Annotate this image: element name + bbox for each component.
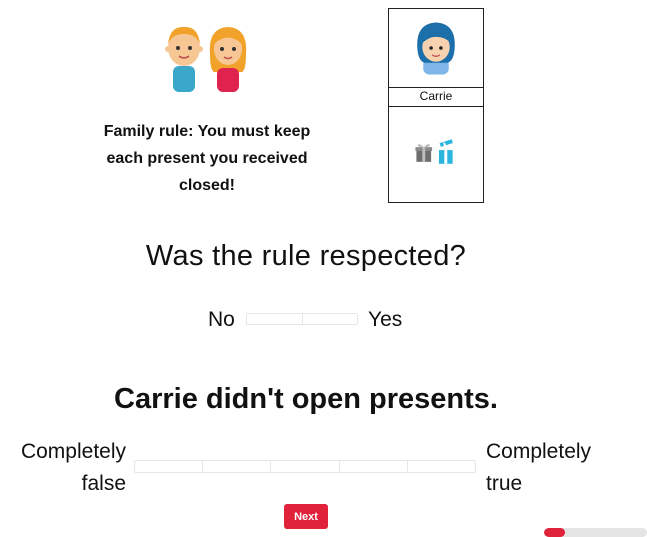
rule-line-2: each present you received: [106, 150, 308, 167]
progress-bar-fill: [544, 528, 565, 537]
scale-segment[interactable]: [135, 461, 204, 472]
gift-closed-icon: [415, 144, 433, 162]
slider-segment[interactable]: [247, 314, 303, 324]
scale-segment[interactable]: [271, 461, 340, 472]
scale-left-label: Completely false: [0, 436, 126, 500]
scale-right-label: Completely true: [486, 436, 626, 500]
rule-respected-slider[interactable]: [246, 313, 358, 325]
next-button[interactable]: Next: [284, 504, 328, 529]
scale-segment[interactable]: [408, 461, 475, 472]
truth-scale-slider[interactable]: [134, 460, 476, 473]
slider-left-label: No: [208, 308, 235, 331]
character-name: Carrie: [389, 87, 483, 107]
scale-segment[interactable]: [340, 461, 408, 472]
scale-left-label-line-1: Completely: [20, 440, 126, 463]
scale-left-label-line-2: false: [81, 472, 126, 495]
scale-right-label-line-2: true: [486, 472, 523, 495]
slider-right-label: Yes: [368, 308, 403, 331]
carrie-portrait-icon: [417, 22, 455, 75]
kids-illustration-icon: [165, 26, 247, 92]
statement-text: Carrie didn't open presents.: [114, 383, 498, 415]
scale-right-label-line-1: Completely: [486, 440, 592, 463]
gifts-icon: [415, 139, 453, 164]
gift-open-icon: [438, 139, 453, 164]
progress-bar: [544, 528, 647, 537]
scale-segment[interactable]: [203, 461, 272, 472]
character-card: Carrie: [388, 8, 484, 203]
slider-segment[interactable]: [303, 314, 358, 324]
rule-line-3: closed!: [178, 177, 235, 194]
family-rule-text: Family rule: You must keep each present …: [86, 118, 328, 199]
rule-line-1: Family rule: You must keep: [103, 123, 311, 140]
question-text: Was the rule respected?: [145, 240, 467, 272]
